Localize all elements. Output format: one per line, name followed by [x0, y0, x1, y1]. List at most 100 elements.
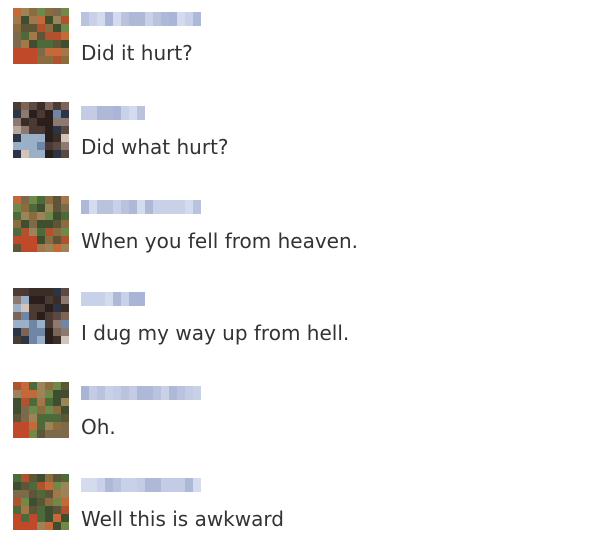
chat-message: Well this is awkward: [0, 474, 605, 544]
avatar-pixel: [45, 288, 53, 296]
avatar-pixel: [29, 32, 37, 40]
avatar-pixel: [53, 430, 61, 438]
avatar-pixel: [53, 422, 61, 430]
name-blur-pixel: [193, 12, 201, 26]
avatar[interactable]: [13, 196, 69, 252]
avatar-pixel: [61, 118, 69, 126]
name-blur-pixel: [105, 12, 113, 26]
sender-name-blurred[interactable]: [81, 292, 145, 306]
avatar-pixel: [61, 422, 69, 430]
name-blur-pixel: [97, 478, 105, 492]
avatar-pixel: [61, 390, 69, 398]
avatar-pixel: [45, 296, 53, 304]
avatar-pixel: [53, 398, 61, 406]
name-blur-pixel: [129, 106, 137, 120]
avatar-pixel: [61, 406, 69, 414]
name-blur-pixel: [177, 12, 185, 26]
avatar-pixel: [29, 118, 37, 126]
name-blur-pixel: [105, 478, 113, 492]
avatar-pixel: [53, 8, 61, 16]
avatar-pixel: [21, 406, 29, 414]
avatar-pixel: [61, 48, 69, 56]
avatar[interactable]: [13, 102, 69, 158]
avatar-pixel: [37, 118, 45, 126]
avatar-pixel: [21, 498, 29, 506]
name-blur-pixel: [81, 106, 89, 120]
sender-name-blurred[interactable]: [81, 386, 201, 400]
avatar-pixel: [45, 118, 53, 126]
avatar-pixel: [29, 134, 37, 142]
chat-message: Did what hurt?: [0, 102, 605, 172]
name-blur-pixel: [97, 106, 105, 120]
avatar-pixel: [61, 296, 69, 304]
chat-message: I dug my way up from hell.: [0, 288, 605, 358]
avatar-pixel: [37, 514, 45, 522]
name-blur-pixel: [153, 478, 161, 492]
avatar[interactable]: [13, 8, 69, 64]
avatar-pixel: [21, 228, 29, 236]
avatar-pixel: [45, 244, 53, 252]
avatar-pixel: [13, 474, 21, 482]
avatar-pixel: [61, 490, 69, 498]
avatar-pixel: [13, 522, 21, 530]
avatar-pixel: [45, 506, 53, 514]
sender-name-blurred[interactable]: [81, 200, 201, 214]
avatar-pixel: [53, 522, 61, 530]
avatar-pixel: [53, 24, 61, 32]
avatar-pixel: [37, 414, 45, 422]
avatar-pixel: [45, 304, 53, 312]
avatar-pixel: [53, 414, 61, 422]
avatar-pixel: [61, 312, 69, 320]
avatar-pixel: [21, 8, 29, 16]
avatar-pixel: [37, 312, 45, 320]
name-blur-pixel: [145, 200, 153, 214]
avatar-pixel: [53, 320, 61, 328]
avatar-pixel: [37, 304, 45, 312]
name-blur-pixel: [177, 478, 185, 492]
avatar-pixel: [53, 482, 61, 490]
avatar-pixel: [29, 220, 37, 228]
name-blur-pixel: [81, 478, 89, 492]
name-blur-pixel: [137, 12, 145, 26]
avatar-pixel: [53, 490, 61, 498]
avatar-pixel: [29, 474, 37, 482]
avatar-pixel: [21, 320, 29, 328]
sender-name-blurred[interactable]: [81, 12, 201, 26]
avatar-pixel: [37, 48, 45, 56]
avatar-pixel: [21, 482, 29, 490]
name-blur-pixel: [89, 478, 97, 492]
avatar[interactable]: [13, 382, 69, 438]
name-blur-pixel: [105, 386, 113, 400]
avatar-pixel: [29, 40, 37, 48]
avatar-pixel: [61, 398, 69, 406]
avatar-pixel: [29, 398, 37, 406]
avatar[interactable]: [13, 474, 69, 530]
avatar-pixel: [21, 196, 29, 204]
avatar-pixel: [53, 102, 61, 110]
name-blur-pixel: [89, 292, 97, 306]
avatar-pixel: [37, 390, 45, 398]
avatar-pixel: [37, 56, 45, 64]
avatar-pixel: [61, 304, 69, 312]
avatar-pixel: [53, 40, 61, 48]
avatar-pixel: [21, 506, 29, 514]
avatar-pixel: [45, 134, 53, 142]
avatar-pixel: [45, 48, 53, 56]
avatar-pixel: [21, 150, 29, 158]
name-blur-pixel: [89, 386, 97, 400]
avatar-pixel: [29, 430, 37, 438]
avatar-pixel: [45, 32, 53, 40]
avatar[interactable]: [13, 288, 69, 344]
sender-name-blurred[interactable]: [81, 106, 145, 120]
avatar-pixel: [37, 8, 45, 16]
avatar-pixel: [21, 56, 29, 64]
sender-name-blurred[interactable]: [81, 478, 201, 492]
avatar-pixel: [45, 422, 53, 430]
avatar-pixel: [37, 244, 45, 252]
avatar-pixel: [61, 320, 69, 328]
name-blur-pixel: [145, 386, 153, 400]
avatar-pixel: [29, 312, 37, 320]
avatar-pixel: [29, 142, 37, 150]
name-blur-pixel: [81, 200, 89, 214]
avatar-pixel: [13, 16, 21, 24]
